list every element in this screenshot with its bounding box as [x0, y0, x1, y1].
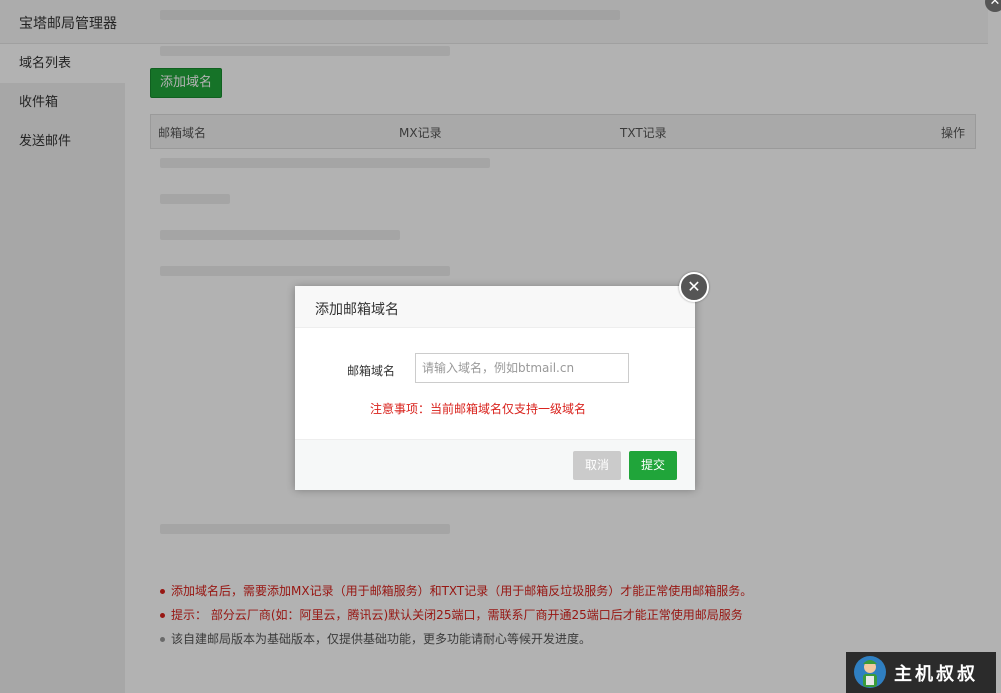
dialog-title: 添加邮箱域名	[315, 302, 399, 318]
add-domain-dialog: 添加邮箱域名 ✕ 邮箱域名 注意事项：当前邮箱域名仅支持一级域名 取消 提交	[295, 272, 709, 490]
watermark-text: 主机叔叔	[894, 664, 978, 685]
domain-input[interactable]	[415, 353, 629, 383]
submit-button[interactable]: 提交	[629, 451, 677, 480]
cancel-button[interactable]: 取消	[573, 451, 621, 480]
dialog-footer: 取消 提交	[295, 439, 695, 490]
dialog-header: 添加邮箱域名	[295, 286, 695, 328]
mascot-icon	[854, 656, 886, 688]
domain-field-label: 邮箱域名	[347, 364, 396, 378]
dialog-close-icon[interactable]: ✕	[679, 272, 709, 302]
watermark: 主机叔叔	[846, 652, 996, 693]
domain-notice: 注意事项：当前邮箱域名仅支持一级域名	[370, 402, 587, 416]
